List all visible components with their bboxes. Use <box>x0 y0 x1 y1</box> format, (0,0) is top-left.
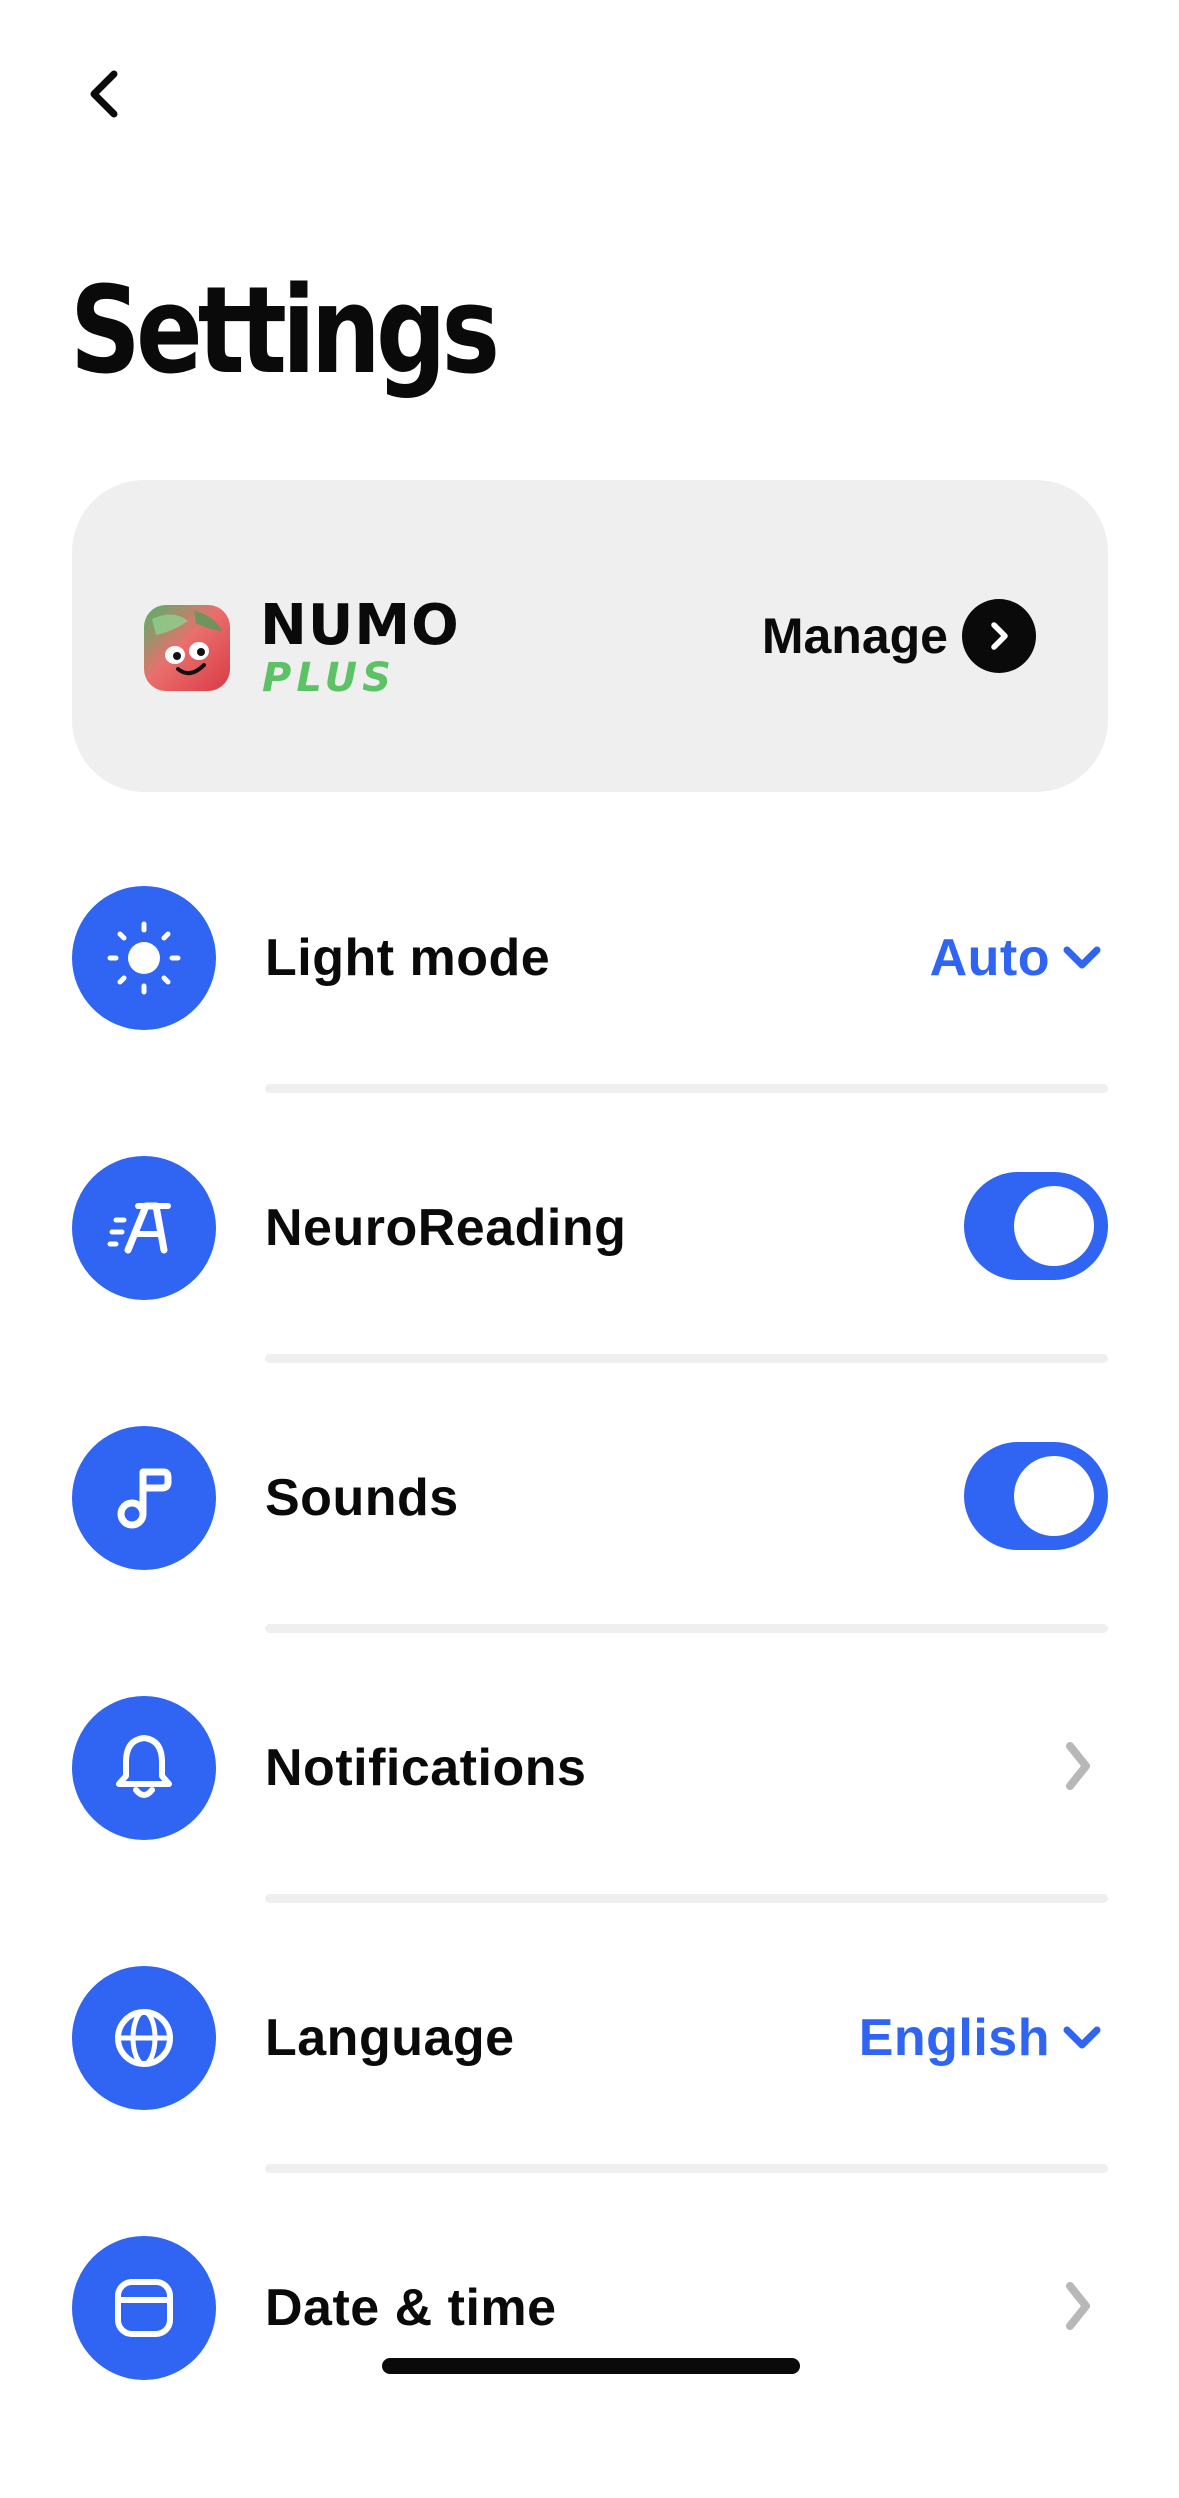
language-select[interactable]: English <box>859 2000 1102 2076</box>
chevron-right-circle-icon <box>962 599 1036 673</box>
setting-label: Date & time <box>265 2279 557 2337</box>
chevron-right-icon <box>1062 1738 1094 1794</box>
chevron-right-icon <box>1062 2278 1094 2334</box>
page-title: Settings <box>70 262 500 401</box>
setting-row-light-mode[interactable]: Light mode Auto <box>72 878 1108 1148</box>
row-divider <box>265 2164 1108 2173</box>
row-divider <box>265 1354 1108 1363</box>
settings-list: Light mode Auto NeuroReading Sounds Noti… <box>72 878 1108 2498</box>
sounds-toggle[interactable] <box>964 1442 1108 1550</box>
setting-row-notifications[interactable]: Notifications <box>72 1688 1108 1958</box>
setting-label: Sounds <box>265 1469 459 1527</box>
setting-label: Light mode <box>265 929 551 987</box>
setting-label: Notifications <box>265 1739 587 1797</box>
setting-row-language[interactable]: Language English <box>72 1958 1108 2228</box>
home-indicator <box>382 2358 800 2374</box>
row-divider <box>265 1624 1108 1633</box>
brand-tier: PLUS <box>262 655 396 701</box>
chevron-down-icon <box>1062 2024 1102 2052</box>
manage-label: Manage <box>761 608 948 664</box>
chevron-left-icon <box>90 70 118 118</box>
toggle-knob <box>1014 1186 1094 1266</box>
chevron-down-icon <box>1062 944 1102 972</box>
light-mode-select[interactable]: Auto <box>930 920 1102 996</box>
row-divider <box>265 1894 1108 1903</box>
bell-icon <box>72 1696 216 1840</box>
sun-icon <box>72 886 216 1030</box>
calendar-icon <box>72 2236 216 2380</box>
select-value: Auto <box>929 929 1050 987</box>
manage-button[interactable]: Manage <box>762 598 1036 674</box>
back-button[interactable] <box>72 62 136 126</box>
setting-row-neuroreading: NeuroReading <box>72 1148 1108 1418</box>
neuroreading-icon <box>72 1156 216 1300</box>
select-value: English <box>858 2009 1050 2067</box>
numo-mascot-logo <box>144 605 230 691</box>
globe-icon <box>72 1966 216 2110</box>
music-note-icon <box>72 1426 216 1570</box>
plus-subscription-card[interactable]: NUMO PLUS Manage <box>72 480 1108 792</box>
setting-label: Language <box>265 2009 515 2067</box>
row-divider <box>265 1084 1108 1093</box>
setting-label: NeuroReading <box>265 1199 627 1257</box>
neuroreading-toggle[interactable] <box>964 1172 1108 1280</box>
toggle-knob <box>1014 1456 1094 1536</box>
brand-name: NUMO <box>260 593 460 658</box>
setting-row-sounds: Sounds <box>72 1418 1108 1688</box>
